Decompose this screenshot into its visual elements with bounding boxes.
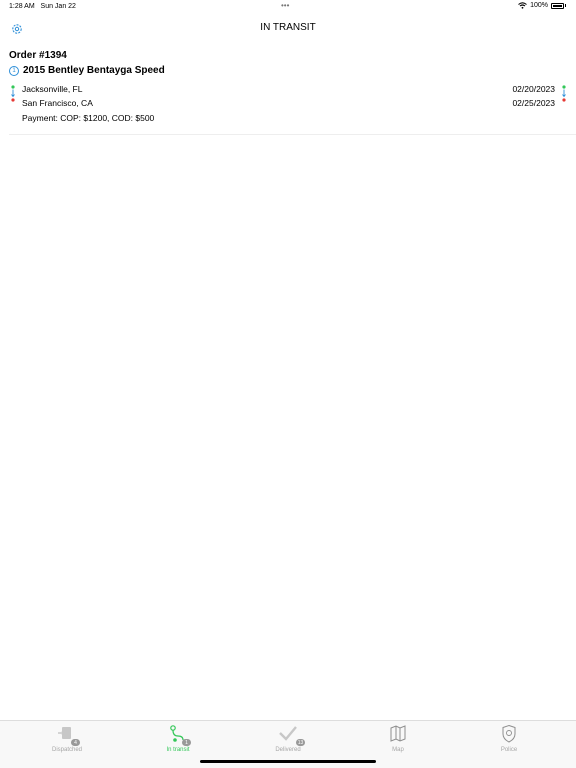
battery-percent: 100% [530,2,548,9]
tab-police[interactable]: Police [459,724,559,760]
pickup-date: 02/20/2023 [512,84,555,94]
payment-info: Payment: COP: $1200, COD: $500 [22,113,155,123]
police-badge-icon [498,724,520,744]
dispatched-icon: 4 [56,724,80,746]
vehicle-count-badge: 1 [9,65,19,76]
status-date: Sun Jan 22 [40,3,76,10]
multitasking-dots[interactable]: ••• [281,1,289,10]
status-time: 1:28 AM Sun Jan 22 [9,3,76,10]
route-direction-icon [562,85,566,102]
tab-label: Dispatched [51,747,83,753]
order-number: Order #1394 [9,50,67,61]
status-bar: 1:28 AM Sun Jan 22 ••• 100% [0,0,576,14]
checkmark-icon: 13 [277,724,305,746]
order-card[interactable]: Order #1394 1 2015 Bentley Bentayga Spee… [9,44,576,135]
battery-icon [551,2,564,9]
route-icon: 1 [167,724,191,746]
page-title: IN TRANSIT [260,22,316,33]
tab-delivered[interactable]: 13 Delivered [238,724,338,760]
tab-label: Delivered [275,747,301,753]
tab-label: In transit [166,747,190,753]
status-indicators: 100% [518,2,566,9]
tab-badge: 13 [296,739,305,746]
delivery-date: 02/25/2023 [512,98,555,108]
tab-label: Map [392,747,404,753]
tab-badge: 1 [182,739,191,746]
map-icon [387,724,409,744]
origin-location: Jacksonville, FL [22,84,83,94]
tab-dispatched[interactable]: 4 Dispatched [17,724,117,760]
home-indicator[interactable] [200,760,376,763]
destination-location: San Francisco, CA [22,98,93,108]
tab-label: Police [500,747,518,753]
tab-map[interactable]: Map [348,724,448,760]
vehicle-row: 1 2015 Bentley Bentayga Speed [9,65,165,76]
vehicle-name: 2015 Bentley Bentayga Speed [23,65,165,76]
route-direction-icon [11,85,15,102]
tab-badge: 4 [71,739,80,746]
wifi-icon [518,2,527,9]
tab-in-transit[interactable]: 1 In transit [128,724,228,760]
navigation-bar: IN TRANSIT [0,14,576,42]
